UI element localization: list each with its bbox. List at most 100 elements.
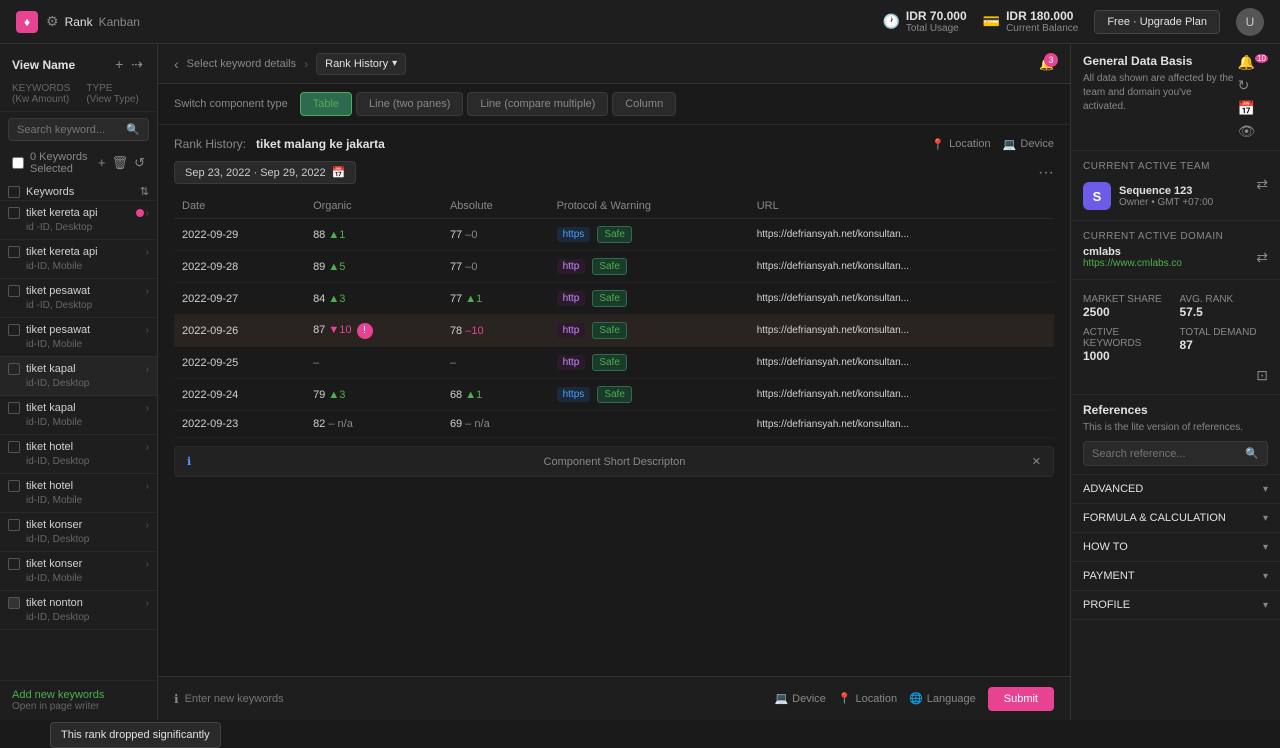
reference-search[interactable]: 🔍 [1083,441,1268,466]
team-settings-icon[interactable]: ⇄ [1256,176,1268,210]
kw-name-4: tiket kapal [26,363,144,375]
keyword-search[interactable]: 🔍 [8,118,149,141]
upgrade-button[interactable]: Free · Upgrade Plan [1094,10,1220,34]
domain-switch-icon[interactable]: ⇄ [1256,249,1268,266]
device-option-button[interactable]: 💻 Device [774,692,825,705]
avatar[interactable]: U [1236,8,1264,36]
toggle-icon[interactable]: ⊡ [1256,367,1268,384]
notification-bell[interactable]: 🔔 3 [1039,57,1054,71]
accordion-chevron-howto: ▾ [1263,542,1268,553]
kw-item-1[interactable]: tiket kereta api › id-ID, Mobile [0,240,157,279]
cell-absolute-0: 77 –0 [442,219,549,251]
kw-chevron-5[interactable]: › [146,403,149,414]
search-input[interactable] [17,124,122,136]
kw-chevron-4[interactable]: › [146,364,149,375]
kw-checkbox-9[interactable] [8,558,20,570]
tab-column[interactable]: Column [612,92,676,116]
language-option-label: Language [927,693,976,705]
accordion-label-howto: HOW TO [1083,541,1128,553]
kw-checkbox-10[interactable] [8,597,20,609]
cell-organic-3: 87 ▼10 ! [305,315,442,347]
delete-keyword-icon[interactable]: 🗑 [112,155,129,171]
accordion-howto[interactable]: HOW TO ▾ [1071,533,1280,562]
kw-item-0[interactable]: tiket kereta api › id -ID, Desktop [0,201,157,240]
kw-checkbox-8[interactable] [8,519,20,531]
kw-checkbox-3[interactable] [8,324,20,336]
accordion-profile[interactable]: PROFILE ▾ [1071,591,1280,620]
kw-item-6[interactable]: tiket hotel › id-ID, Desktop [0,435,157,474]
kw-chevron-9[interactable]: › [146,559,149,570]
kw-chevron-8[interactable]: › [146,520,149,531]
col-type-sub: (View Type) [86,94,138,105]
cell-organic-2: 84 ▲3 [305,283,442,315]
device-button[interactable]: 💻 Device [1003,138,1054,151]
select-all-checkbox[interactable] [12,157,24,169]
kw-checkbox-5[interactable] [8,402,20,414]
rank-history-dropdown[interactable]: Rank History ▾ [316,53,406,75]
kw-item-8[interactable]: tiket konser › id-ID, Desktop [0,513,157,552]
kw-chevron-10[interactable]: › [146,598,149,609]
kw-checkbox-0[interactable] [8,207,20,219]
stat-market-share-label: MARKET SHARE [1083,294,1172,305]
keywords-checkbox[interactable] [8,186,20,198]
language-option-button[interactable]: 🌐 Language [909,692,976,705]
back-button[interactable]: ‹ [174,56,179,72]
submit-button[interactable]: Submit [988,687,1054,711]
kw-item-10[interactable]: tiket nonton › id-ID, Desktop [0,591,157,630]
kw-item-7[interactable]: tiket hotel › id-ID, Mobile [0,474,157,513]
kw-item-3[interactable]: tiket pesawat › id-ID, Mobile [0,318,157,357]
kw-chevron-2[interactable]: › [146,286,149,297]
kw-checkbox-6[interactable] [8,441,20,453]
kw-chevron-3[interactable]: › [146,325,149,336]
rs-sync-icon[interactable]: ↻ [1238,77,1268,94]
keyword-title: tiket malang ke jakarta [256,137,385,151]
kw-item-2[interactable]: tiket pesawat › id -ID, Desktop [0,279,157,318]
table-row: 2022-09-23 82 – n/a 69 – n/a https://def… [174,411,1054,438]
sidebar-add-icon[interactable]: + [113,54,125,75]
sort-icon[interactable]: ⇅ [140,185,149,198]
header-left: ♦ ⚙ Rank Kanban [16,11,882,33]
logo-icon: ♦ [16,11,38,33]
component-desc-close[interactable]: ✕ [1032,455,1041,468]
sidebar-expand-icon[interactable]: ⇢ [129,54,145,75]
accordion-advanced[interactable]: ADVANCED ▾ [1071,475,1280,504]
add-keyword-icon[interactable]: + [98,155,106,171]
kw-chevron-6[interactable]: › [146,442,149,453]
tab-line-two-panes[interactable]: Line (two panes) [356,92,463,116]
rank-history-prefix: Rank History: [174,137,246,151]
kw-checkbox-7[interactable] [8,480,20,492]
kw-chevron-0[interactable]: › [146,208,149,219]
tab-table[interactable]: Table [300,92,352,116]
new-keyword-input[interactable] [185,693,763,705]
accordion-payment[interactable]: PAYMENT ▾ [1071,562,1280,591]
keywords-label: Keywords [26,186,140,198]
keyword-list: Keywords ⇅ tiket kereta api › id -ID, De… [0,179,157,680]
kw-checkbox-4[interactable] [8,363,20,375]
notification-badge: 3 [1044,53,1058,67]
tab-line-compare[interactable]: Line (compare multiple) [467,92,608,116]
rs-calendar-icon[interactable]: 📅 [1238,100,1268,117]
rs-notification-icon[interactable]: 🔔10 [1238,54,1268,71]
location-button[interactable]: 📍 Location [931,138,990,151]
reference-search-input[interactable] [1092,448,1241,460]
kw-chevron-7[interactable]: › [146,481,149,492]
kw-item-5[interactable]: tiket kapal › id-ID, Mobile [0,396,157,435]
kw-checkbox-1[interactable] [8,246,20,258]
cell-absolute-1: 77 –0 [442,251,549,283]
rs-eye-icon[interactable]: 👁 [1238,123,1268,140]
component-tabs: Table Line (two panes) Line (compare mul… [300,92,676,116]
cell-url-5: https://defriansyah.net/konsultan... [749,379,1054,411]
kw-chevron-1[interactable]: › [146,247,149,258]
accordion-formula[interactable]: FORMULA & CALCULATION ▾ [1071,504,1280,533]
add-keywords-button[interactable]: Add new keywords [12,689,145,701]
settings-icon[interactable]: ⚙ [46,13,59,30]
kw-item-9[interactable]: tiket konser › id-ID, Mobile [0,552,157,591]
table-row-highlighted: 2022-09-26 87 ▼10 ! 78 –10 http Safe htt… [174,315,1054,347]
date-range-picker[interactable]: Sep 23, 2022 · Sep 29, 2022 📅 [174,161,356,184]
date-range-more[interactable]: ··· [1038,164,1054,182]
location-option-button[interactable]: 📍 Location [838,692,897,705]
refresh-keyword-icon[interactable]: ↺ [134,155,145,171]
kw-checkbox-2[interactable] [8,285,20,297]
select-keyword-breadcrumb[interactable]: Select keyword details [187,58,296,70]
kw-item-4[interactable]: tiket kapal › id-ID, Desktop [0,357,157,396]
